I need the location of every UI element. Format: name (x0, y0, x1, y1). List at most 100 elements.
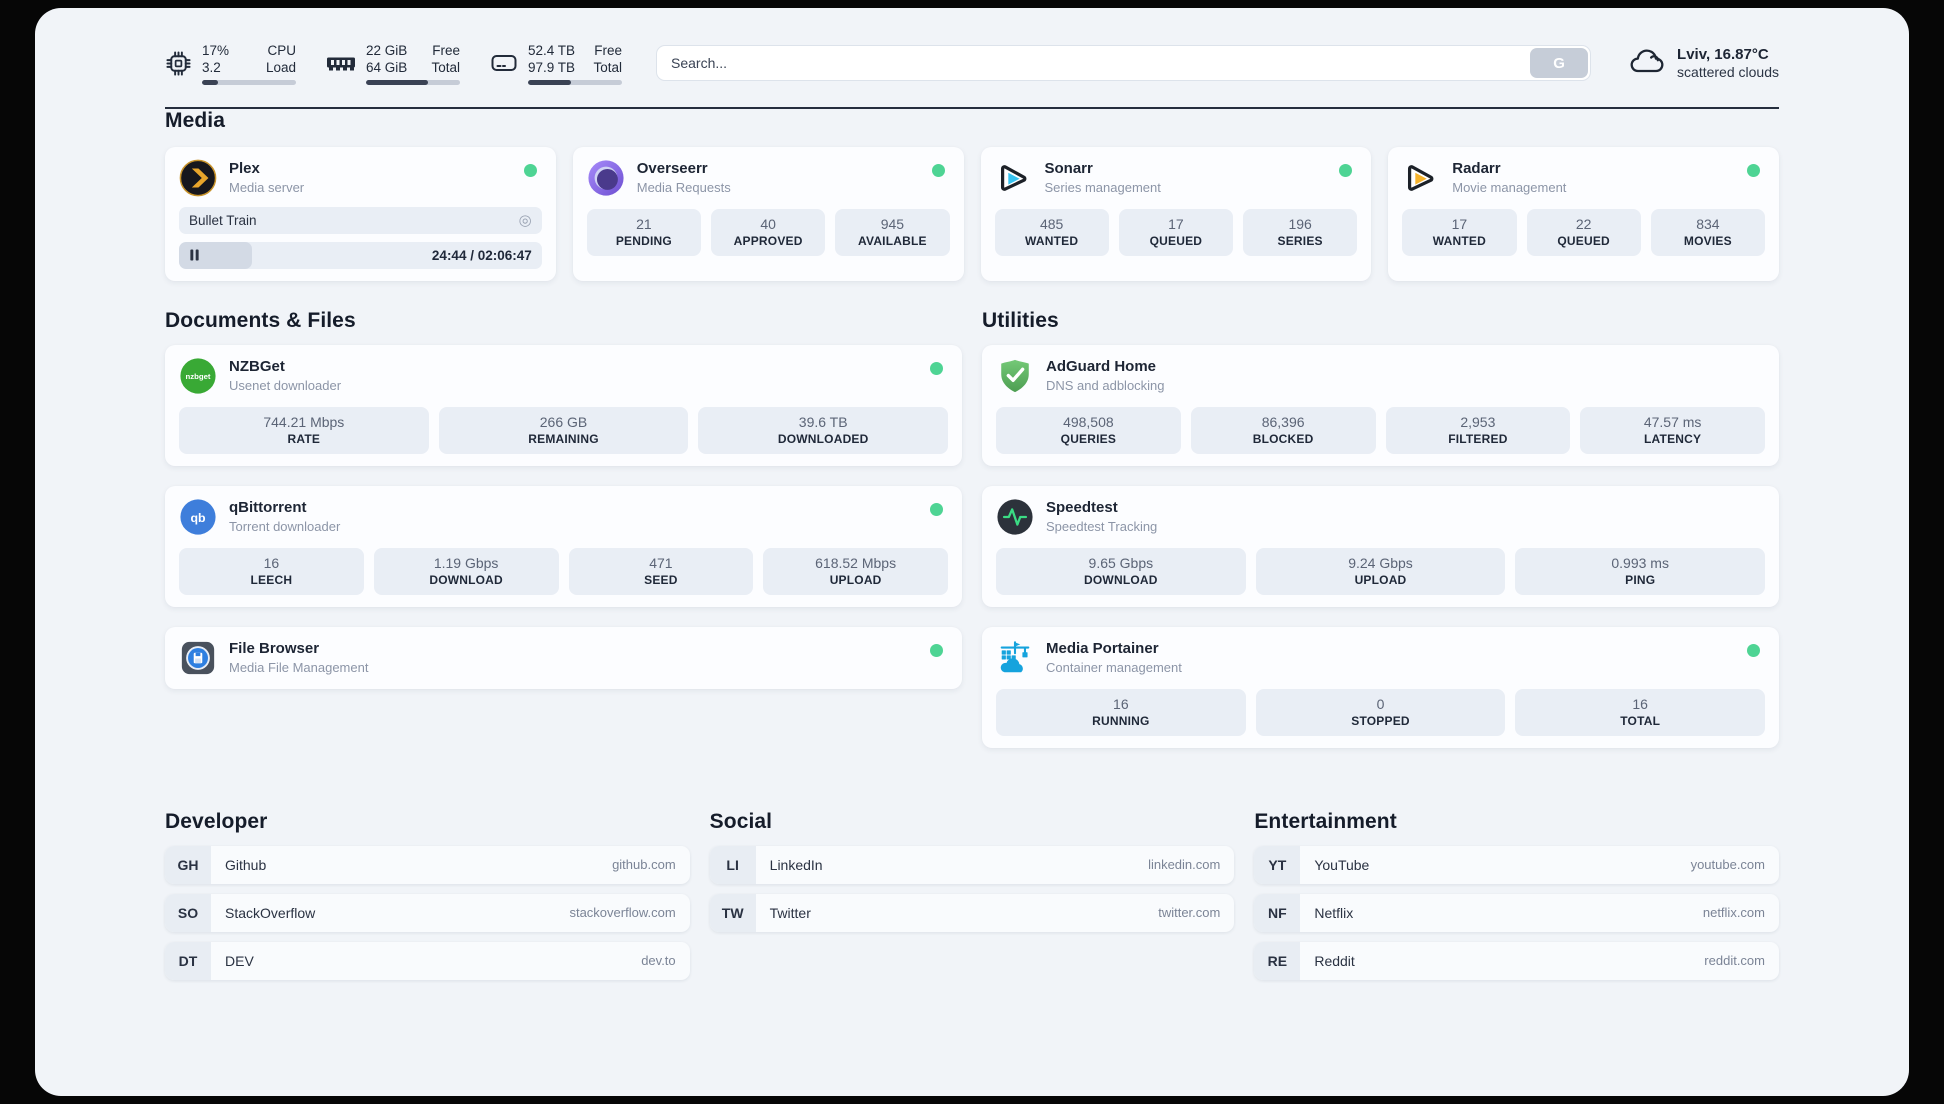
svg-text:nzbget: nzbget (185, 371, 210, 380)
dashboard: 17% CPU 3.2 Load 22 GiB Free 64 GiB Total (35, 8, 1909, 1096)
app-card-qbittorrent[interactable]: qb qBittorrent Torrent downloader 16 LEEC… (165, 485, 962, 607)
stat-series: 196 SERIES (1243, 208, 1358, 256)
playback-time: 24:44 / 02:06:47 (431, 247, 532, 263)
nzbget-icon: nzbget (180, 357, 216, 394)
stat-seed: 471 SEED (568, 547, 754, 595)
app-card-portainer[interactable]: Media Portainer Container management 16 R… (982, 626, 1779, 748)
stat-stopped: 0 STOPPED (1255, 688, 1506, 736)
bookmark-group-entertainment: Entertainment YT YouTube youtube.com NF … (1254, 810, 1779, 980)
memory-stat: 22 GiB Free 64 GiB Total (326, 42, 460, 85)
stat-wanted: 485 WANTED (994, 208, 1109, 256)
stat-upload: 9.24 Gbps UPLOAD (1255, 547, 1506, 595)
plex-icon (179, 159, 217, 196)
search-engine-button[interactable]: G (1530, 48, 1589, 79)
app-description: DNS and adblocking (1046, 378, 1165, 393)
app-description: Series management (1044, 180, 1161, 195)
bookmark-url: netflix.com (1702, 905, 1765, 920)
section-title-social: Social (709, 809, 773, 833)
cpu-usage-value: 17% (202, 43, 230, 58)
stat-leech: 16 LEECH (179, 547, 364, 595)
bookmark-abbr: SO (165, 893, 211, 932)
qbittorrent-icon: qb (180, 498, 216, 535)
app-card-sonarr[interactable]: Sonarr Series management 485 WANTED 17 QUE… (980, 146, 1372, 281)
storage-stat: 52.4 TB Free 97.9 TB Total (490, 42, 622, 85)
weather-location-temp: Lviv, 16.87°C (1677, 46, 1769, 64)
bookmark-linkedin[interactable]: LI LinkedIn linkedin.com (709, 845, 1235, 884)
app-name: Speedtest (1046, 499, 1118, 516)
bookmark-reddit[interactable]: RE Reddit reddit.com (1254, 941, 1779, 980)
cpu-load-label: Load (265, 60, 296, 75)
bookmark-name: Netflix (1314, 904, 1354, 921)
bookmark-name: LinkedIn (769, 856, 823, 873)
app-card-filebrowser[interactable]: File Browser Media File Management (165, 626, 962, 689)
app-name: qBittorrent (229, 499, 307, 516)
app-name: Overseerr (636, 160, 708, 177)
status-online-dot (930, 643, 943, 657)
bookmark-twitter[interactable]: TW Twitter twitter.com (709, 893, 1235, 932)
stat-rate: 744.21 Mbps RATE (179, 406, 429, 454)
status-online-dot (1339, 163, 1353, 177)
app-name: Media Portainer (1046, 640, 1159, 657)
bookmark-github[interactable]: GH Github github.com (165, 845, 690, 884)
cpu-load-value: 3.2 (202, 60, 221, 75)
stat-total: 16 TOTAL (1515, 688, 1766, 736)
stat-download: 9.65 Gbps DOWNLOAD (996, 547, 1246, 595)
bookmark-name: YouTube (1314, 856, 1370, 873)
media-card-grid: Plex Media server Bullet Train ◎ 24:44 /… (165, 146, 1779, 281)
app-card-plex[interactable]: Plex Media server Bullet Train ◎ 24:44 /… (165, 146, 556, 281)
app-card-speedtest[interactable]: Speedtest Speedtest Tracking 9.65 Gbps DO… (982, 485, 1779, 607)
status-online-dot (1747, 643, 1760, 657)
bookmark-abbr: NF (1254, 893, 1301, 932)
bookmark-abbr: YT (1254, 845, 1301, 884)
app-card-overseerr[interactable]: Overseerr Media Requests 21 PENDING 40 APP… (572, 146, 964, 281)
app-name: Radarr (1452, 160, 1501, 177)
disk-free-value: 52.4 TB (528, 43, 576, 58)
bookmark-netflix[interactable]: NF Netflix netflix.com (1254, 893, 1779, 932)
app-description: Movie management (1452, 180, 1567, 195)
bookmark-url: github.com (612, 857, 676, 872)
app-description: Media File Management (229, 660, 369, 675)
app-card-adguard[interactable]: AdGuard Home DNS and adblocking 498,508 Q… (982, 344, 1779, 466)
header: 17% CPU 3.2 Load 22 GiB Free 64 GiB Total (35, 8, 1909, 85)
weather-widget[interactable]: Lviv, 16.87°C scattered clouds (1625, 46, 1779, 80)
session-target-icon: ◎ (518, 211, 532, 229)
app-name: Plex (229, 160, 260, 177)
bookmark-abbr: TW (709, 893, 756, 932)
app-name: NZBGet (229, 358, 285, 375)
bookmark-youtube[interactable]: YT YouTube youtube.com (1254, 845, 1779, 884)
stat-available: 945 AVAILABLE (835, 208, 950, 256)
stat-wanted: 17 WANTED (1402, 208, 1517, 256)
disk-total-value: 97.9 TB (528, 60, 576, 75)
app-description: Container management (1046, 660, 1182, 675)
ram-progress-bar (366, 80, 460, 85)
playback-progress-row: 24:44 / 02:06:47 (179, 241, 542, 269)
bookmark-abbr: GH (165, 845, 211, 884)
section-title-documents: Documents & Files (165, 308, 356, 332)
bookmark-url: reddit.com (1704, 953, 1765, 968)
ram-icon (327, 57, 355, 71)
app-card-nzbget[interactable]: nzbget NZBGet Usenet downloader 744.21 M… (165, 344, 962, 466)
now-playing-title: Bullet Train (189, 212, 257, 228)
stat-downloaded: 39.6 TB DOWNLOADED (698, 406, 949, 454)
stat-blocked: 86,396 BLOCKED (1190, 406, 1376, 454)
bookmark-group-social: Social LI LinkedIn linkedin.com TW Twitt… (709, 809, 1235, 980)
section-title-entertainment: Entertainment (1254, 809, 1397, 833)
stat-pending: 21 PENDING (586, 208, 701, 256)
bookmark-stackoverflow[interactable]: SO StackOverflow stackoverflow.com (165, 893, 690, 932)
app-card-radarr[interactable]: Radarr Movie management 17 WANTED 22 QUEUE… (1388, 146, 1779, 281)
utilities-section: Utilities AdGuard Home DNS and adblockin… (982, 309, 1779, 748)
sonarr-icon (1000, 164, 1026, 191)
bookmark-name: StackOverflow (225, 904, 316, 921)
stat-filtered: 2,953 FILTERED (1385, 406, 1571, 454)
search-input[interactable] (656, 45, 1592, 82)
ram-total-label: Total (431, 60, 460, 75)
search-bar: G (656, 45, 1592, 82)
bookmark-dev[interactable]: DT DEV dev.to (165, 941, 690, 980)
app-description: Speedtest Tracking (1046, 519, 1158, 534)
cpu-progress-bar (202, 80, 296, 85)
status-online-dot (931, 163, 945, 177)
app-description: Media server (229, 180, 305, 195)
status-online-dot (1747, 163, 1760, 177)
stat-movies: 834 MOVIES (1650, 208, 1765, 256)
overseerr-icon (588, 159, 624, 196)
